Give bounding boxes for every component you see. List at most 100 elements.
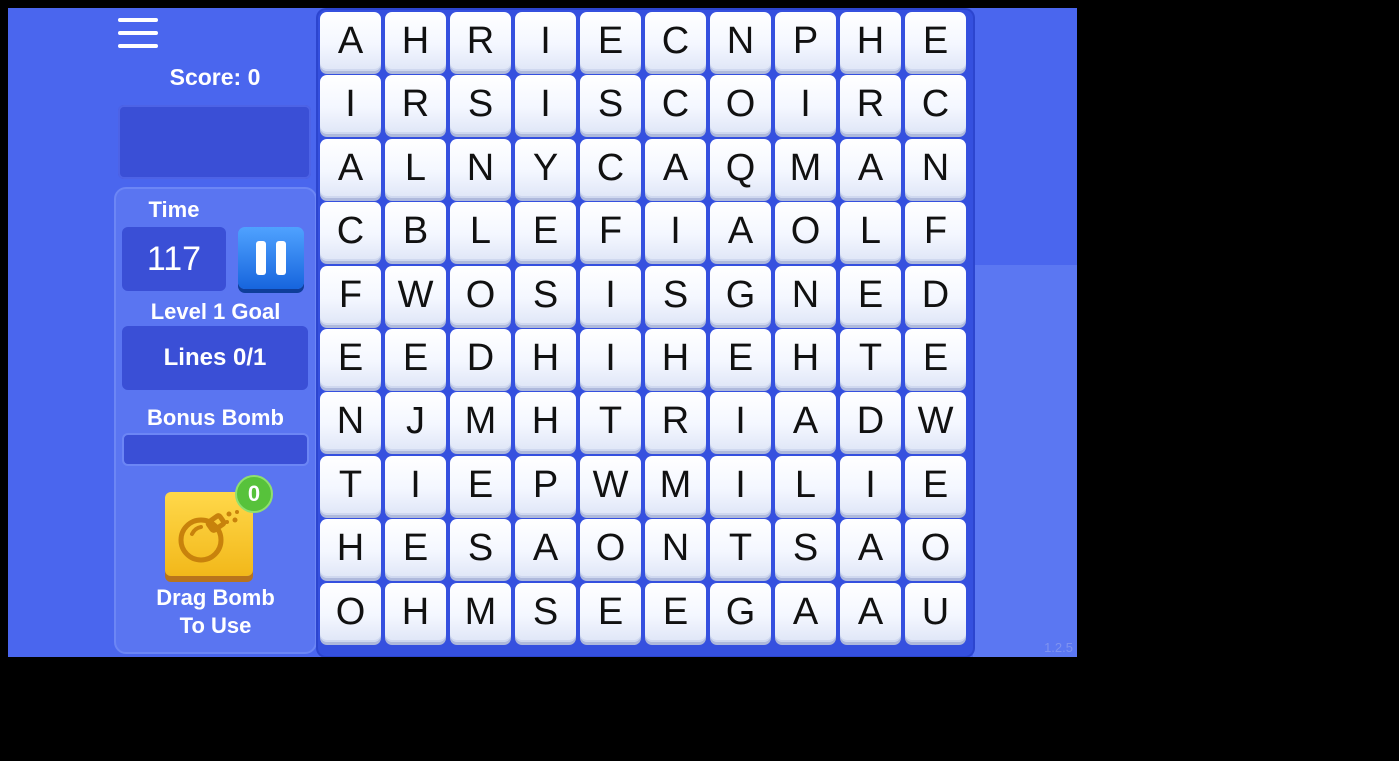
letter-tile[interactable]: E <box>905 329 966 388</box>
letter-tile[interactable]: A <box>840 582 901 642</box>
letter-tile[interactable]: T <box>710 519 771 579</box>
letter-tile[interactable]: B <box>385 202 446 262</box>
letter-tile[interactable]: L <box>450 202 511 262</box>
letter-tile[interactable]: F <box>320 265 381 325</box>
letter-tile[interactable]: M <box>645 455 706 515</box>
letter-tile[interactable]: I <box>385 455 446 515</box>
letter-tile[interactable]: H <box>775 329 836 388</box>
pause-button[interactable] <box>238 227 304 289</box>
letter-tile[interactable]: N <box>905 138 966 198</box>
letter-tile[interactable]: I <box>515 12 576 71</box>
letter-tile[interactable]: L <box>775 455 836 515</box>
letter-tile[interactable]: N <box>775 265 836 325</box>
letter-tile[interactable]: S <box>450 75 511 135</box>
letter-tile[interactable]: H <box>645 329 706 388</box>
letter-tile[interactable]: S <box>450 519 511 579</box>
letter-tile[interactable]: A <box>320 12 381 71</box>
letter-tile[interactable]: C <box>645 12 706 71</box>
letter-tile[interactable]: R <box>385 75 446 135</box>
letter-tile[interactable]: L <box>385 138 446 198</box>
letter-tile[interactable]: I <box>645 202 706 262</box>
letter-tile[interactable]: P <box>775 12 836 71</box>
letter-tile[interactable]: E <box>840 265 901 325</box>
letter-tile[interactable]: C <box>905 75 966 135</box>
letter-tile[interactable]: E <box>515 202 576 262</box>
letter-tile[interactable]: H <box>320 519 381 579</box>
letter-tile[interactable]: O <box>320 582 381 642</box>
letter-tile[interactable]: G <box>710 582 771 642</box>
letter-tile[interactable]: D <box>905 265 966 325</box>
letter-tile[interactable]: A <box>320 138 381 198</box>
letter-tile[interactable]: D <box>840 392 901 452</box>
letter-tile[interactable]: Y <box>515 138 576 198</box>
letter-tile[interactable]: E <box>905 455 966 515</box>
letter-tile[interactable]: G <box>710 265 771 325</box>
letter-tile[interactable]: E <box>580 12 641 71</box>
letter-tile[interactable]: E <box>645 582 706 642</box>
letter-tile[interactable]: S <box>515 265 576 325</box>
letter-tile[interactable]: C <box>645 75 706 135</box>
letter-tile[interactable]: I <box>515 75 576 135</box>
letter-tile[interactable]: M <box>775 138 836 198</box>
letter-tile[interactable]: E <box>905 12 966 71</box>
letter-tile[interactable]: Q <box>710 138 771 198</box>
letter-tile[interactable]: E <box>580 582 641 642</box>
menu-button[interactable] <box>115 12 161 52</box>
letter-tile[interactable]: U <box>905 582 966 642</box>
letter-tile[interactable]: L <box>840 202 901 262</box>
letter-tile[interactable]: H <box>515 392 576 452</box>
letter-tile[interactable]: I <box>320 75 381 135</box>
letter-tile[interactable]: S <box>645 265 706 325</box>
letter-tile[interactable]: A <box>710 202 771 262</box>
letter-tile[interactable]: A <box>645 138 706 198</box>
letter-tile[interactable]: T <box>580 392 641 452</box>
letter-tile[interactable]: W <box>385 265 446 325</box>
letter-tile[interactable]: C <box>580 138 641 198</box>
letter-tile[interactable]: O <box>775 202 836 262</box>
letter-tile[interactable]: I <box>775 75 836 135</box>
letter-tile[interactable]: R <box>450 12 511 71</box>
letter-tile[interactable]: S <box>515 582 576 642</box>
letter-tile[interactable]: F <box>905 202 966 262</box>
letter-tile[interactable]: C <box>320 202 381 262</box>
letter-tile[interactable]: A <box>840 138 901 198</box>
letter-tile[interactable]: A <box>515 519 576 579</box>
letter-tile[interactable]: O <box>580 519 641 579</box>
letter-tile[interactable]: N <box>320 392 381 452</box>
letter-tile[interactable]: M <box>450 392 511 452</box>
letter-tile[interactable]: E <box>450 455 511 515</box>
letter-tile[interactable]: N <box>450 138 511 198</box>
letter-tile[interactable]: T <box>320 455 381 515</box>
letter-tile[interactable]: R <box>645 392 706 452</box>
letter-tile[interactable]: N <box>645 519 706 579</box>
letter-tile[interactable]: I <box>580 265 641 325</box>
letter-tile[interactable]: O <box>450 265 511 325</box>
letter-tile[interactable]: H <box>515 329 576 388</box>
letter-tile[interactable]: E <box>385 519 446 579</box>
letter-tile[interactable]: A <box>775 582 836 642</box>
letter-tile[interactable]: W <box>905 392 966 452</box>
letter-tile[interactable]: S <box>775 519 836 579</box>
letter-tile[interactable]: H <box>840 12 901 71</box>
letter-tile[interactable]: W <box>580 455 641 515</box>
letter-tile[interactable]: O <box>905 519 966 579</box>
letter-tile[interactable]: I <box>580 329 641 388</box>
letter-tile[interactable]: H <box>385 582 446 642</box>
letter-tile[interactable]: P <box>515 455 576 515</box>
letter-tile[interactable]: M <box>450 582 511 642</box>
letter-tile[interactable]: R <box>840 75 901 135</box>
letter-tile[interactable]: I <box>840 455 901 515</box>
letter-tile[interactable]: T <box>840 329 901 388</box>
letter-tile[interactable]: A <box>840 519 901 579</box>
letter-tile[interactable]: A <box>775 392 836 452</box>
letter-tile[interactable]: O <box>710 75 771 135</box>
letter-tile[interactable]: S <box>580 75 641 135</box>
letter-tile[interactable]: H <box>385 12 446 71</box>
letter-tile[interactable]: I <box>710 392 771 452</box>
letter-tile[interactable]: E <box>710 329 771 388</box>
letter-tile[interactable]: J <box>385 392 446 452</box>
letter-tile[interactable]: E <box>385 329 446 388</box>
letter-tile[interactable]: N <box>710 12 771 71</box>
letter-tile[interactable]: E <box>320 329 381 388</box>
letter-tile[interactable]: F <box>580 202 641 262</box>
